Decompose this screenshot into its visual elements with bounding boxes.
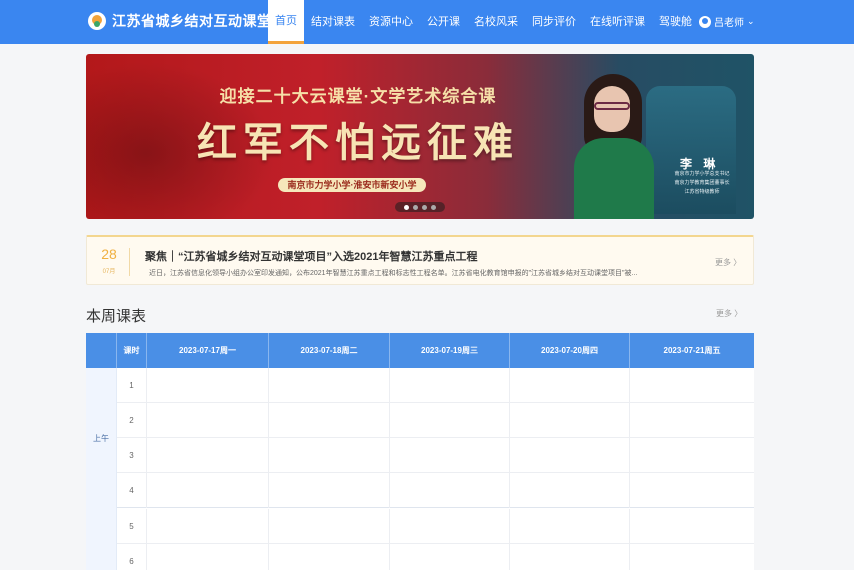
slot-number: 6 bbox=[117, 544, 147, 570]
news-date: 28 07月 bbox=[97, 246, 121, 275]
period-afternoon bbox=[86, 509, 117, 570]
th-day: 2023-07-20周四 bbox=[510, 333, 630, 368]
th-slot: 课时 bbox=[117, 333, 147, 368]
user-menu[interactable]: 吕老师 ⌄ bbox=[699, 14, 755, 29]
slot-number: 3 bbox=[117, 438, 147, 473]
banner-headline: 红军不怕远征难 bbox=[197, 121, 519, 165]
user-name: 吕老师 bbox=[714, 18, 744, 29]
section-title: 本周课表 bbox=[86, 308, 147, 325]
table-row: 3 bbox=[117, 438, 754, 473]
table-cell[interactable] bbox=[390, 473, 510, 508]
th-day: 2023-07-19周三 bbox=[390, 333, 510, 368]
table-cell[interactable] bbox=[630, 403, 754, 438]
th-period bbox=[86, 333, 117, 368]
carousel-dot[interactable] bbox=[404, 204, 409, 210]
table-cell[interactable] bbox=[147, 438, 269, 473]
table-cell[interactable] bbox=[147, 544, 269, 570]
main-nav: 首页 结对课表 资源中心 公开课 名校风采 同步评价 在线听评课 驾驶舱 bbox=[268, 0, 699, 44]
th-day: 2023-07-18周二 bbox=[269, 333, 390, 368]
user-avatar-icon bbox=[699, 15, 711, 28]
app-title: 江苏省城乡结对互动课堂 bbox=[112, 13, 272, 29]
table-row: 1 bbox=[117, 368, 754, 403]
carousel-dots bbox=[395, 202, 445, 212]
table-cell[interactable] bbox=[630, 509, 754, 544]
news-month: 07月 bbox=[102, 269, 116, 275]
slot-number: 5 bbox=[117, 509, 147, 544]
banner-subtitle: 迎接二十大云课堂·文学艺术综合课 bbox=[219, 87, 497, 106]
table-cell[interactable] bbox=[510, 438, 630, 473]
table-cell[interactable] bbox=[630, 473, 754, 508]
top-navbar: 江苏省城乡结对互动课堂 首页 结对课表 资源中心 公开课 名校风采 同步评价 在… bbox=[0, 0, 854, 44]
table-cell[interactable] bbox=[630, 368, 754, 403]
carousel-dot[interactable] bbox=[431, 204, 436, 210]
table-cell[interactable] bbox=[390, 403, 510, 438]
table-cell[interactable] bbox=[510, 544, 630, 570]
teacher-desc: 南京市力学小学总支书记 南京力学教育集团董事长 江苏省特级教师 bbox=[674, 171, 730, 195]
table-cell[interactable] bbox=[510, 509, 630, 544]
table-cell[interactable] bbox=[269, 368, 390, 403]
news-summary: 近日，江苏省信息化领导小组办公室印发通知，公布2021年智慧江苏重点工程和标志性… bbox=[149, 270, 638, 277]
news-day: 28 bbox=[101, 246, 117, 262]
slot-number: 1 bbox=[117, 368, 147, 403]
nav-home[interactable]: 首页 bbox=[268, 0, 304, 44]
table-cell[interactable] bbox=[147, 509, 269, 544]
hero-banner[interactable]: 迎接二十大云课堂·文学艺术综合课 红军不怕远征难 南京市力学小学·淮安市新安小学… bbox=[86, 54, 754, 219]
table-row: 6 bbox=[117, 544, 754, 570]
period-morning: 上午 bbox=[86, 368, 117, 509]
logo-icon bbox=[88, 12, 106, 30]
table-cell[interactable] bbox=[269, 509, 390, 544]
table-cell[interactable] bbox=[269, 403, 390, 438]
th-day: 2023-07-21周五 bbox=[663, 346, 721, 355]
banner-schools: 南京市力学小学·淮安市新安小学 bbox=[278, 178, 426, 192]
table-row: 2 bbox=[117, 403, 754, 438]
table-row: 5 bbox=[117, 509, 754, 544]
table-cell[interactable] bbox=[147, 473, 269, 508]
carousel-dot[interactable] bbox=[413, 204, 418, 210]
teacher-photo bbox=[574, 72, 656, 219]
table-cell[interactable] bbox=[147, 368, 269, 403]
table-row: 4 bbox=[117, 473, 754, 508]
table-cell[interactable] bbox=[390, 544, 510, 570]
table-cell[interactable] bbox=[390, 509, 510, 544]
table-cell[interactable] bbox=[510, 368, 630, 403]
table-cell[interactable] bbox=[147, 403, 269, 438]
news-more-link[interactable]: 更多 〉 bbox=[715, 257, 741, 268]
table-cell[interactable] bbox=[390, 368, 510, 403]
nav-open-class[interactable]: 公开课 bbox=[420, 0, 467, 44]
table-cell[interactable] bbox=[630, 544, 754, 570]
schedule-more-link[interactable]: 更多 〉 bbox=[716, 308, 742, 319]
carousel-dot[interactable] bbox=[422, 204, 427, 210]
divider bbox=[129, 248, 130, 276]
slot-number: 4 bbox=[117, 473, 147, 508]
nav-online-observation[interactable]: 在线听评课 bbox=[583, 0, 652, 44]
chevron-down-icon: ⌄ bbox=[747, 16, 755, 26]
table-cell[interactable] bbox=[510, 473, 630, 508]
nav-pair-schedule[interactable]: 结对课表 bbox=[304, 0, 362, 44]
news-headline[interactable]: 聚焦｜“江苏省城乡结对互动课堂项目”入选2021年智慧江苏重点工程 bbox=[145, 248, 477, 264]
nav-school-showcase[interactable]: 名校风采 bbox=[467, 0, 525, 44]
table-cell[interactable] bbox=[269, 438, 390, 473]
table-cell[interactable] bbox=[269, 544, 390, 570]
weekly-schedule-table: 课时 2023-07-17周一 2023-07-18周二 2023-07-19周… bbox=[86, 333, 754, 570]
nav-resource-center[interactable]: 资源中心 bbox=[362, 0, 420, 44]
table-cell[interactable] bbox=[390, 438, 510, 473]
brand[interactable]: 江苏省城乡结对互动课堂 bbox=[88, 11, 272, 31]
nav-dashboard[interactable]: 驾驶舱 bbox=[652, 0, 699, 44]
table-cell[interactable] bbox=[269, 473, 390, 508]
table-cell[interactable] bbox=[630, 438, 754, 473]
news-item[interactable]: 28 07月 聚焦｜“江苏省城乡结对互动课堂项目”入选2021年智慧江苏重点工程… bbox=[86, 235, 754, 285]
slot-number: 2 bbox=[117, 403, 147, 438]
th-day: 2023-07-17周一 bbox=[147, 333, 269, 368]
nav-sync-evaluation[interactable]: 同步评价 bbox=[525, 0, 583, 44]
table-cell[interactable] bbox=[510, 403, 630, 438]
table-header: 课时 2023-07-17周一 2023-07-18周二 2023-07-19周… bbox=[86, 333, 754, 368]
